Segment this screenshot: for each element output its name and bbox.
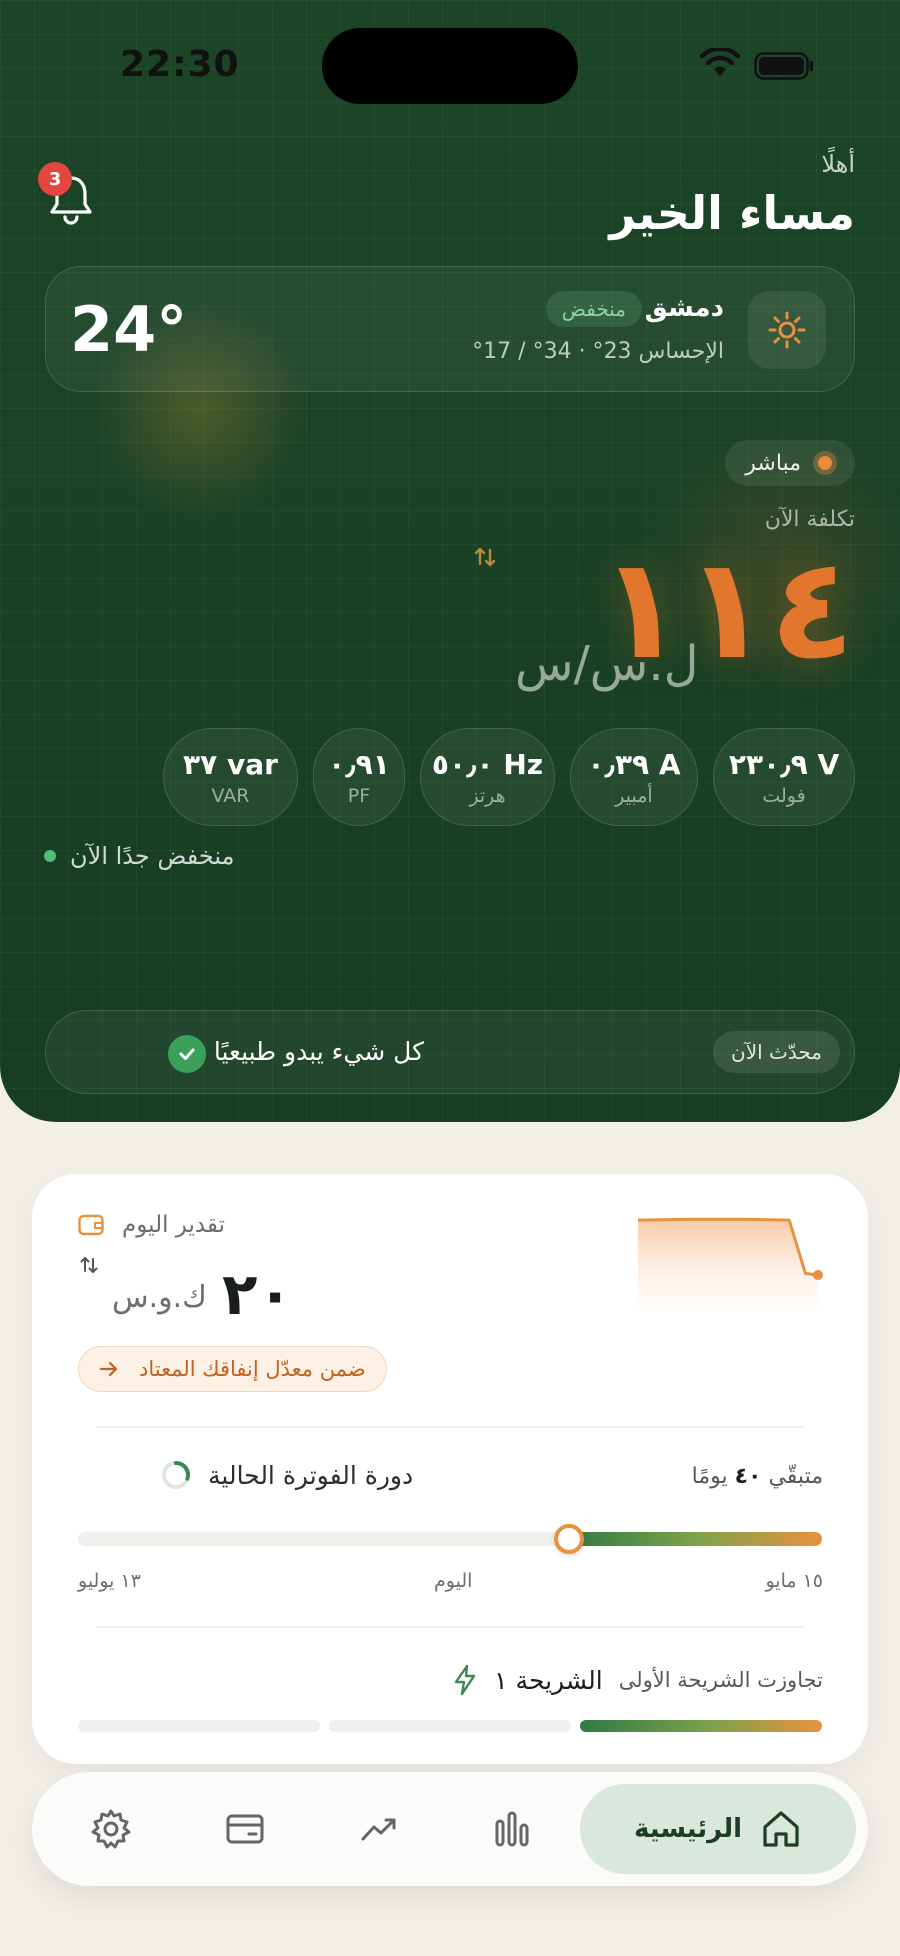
estimate-header: تقدير اليوم xyxy=(78,1212,225,1238)
weather-card[interactable]: دمشق منخفض الإحساس 23° · 34° / 17° 24° xyxy=(45,266,855,392)
lightning-icon xyxy=(454,1664,476,1696)
bottom-nav: الرئيسية xyxy=(32,1772,868,1886)
remaining-count: ٤٠ xyxy=(734,1464,762,1489)
nav-home-label: الرئيسية xyxy=(633,1814,743,1844)
hero-panel: 22:30 3 أهلًا مساء الخير دمشق منخفض الإح… xyxy=(0,0,900,1122)
feels-like-text: الإحساس 23° · 34° / 17° xyxy=(472,339,724,364)
metric-label: أمبير xyxy=(615,784,653,807)
greeting-small: أهلًا xyxy=(821,150,855,178)
sparkline-area xyxy=(638,1219,818,1310)
divider xyxy=(97,1626,803,1628)
metrics-row: ٢٣٠٫٩ V فولت ٠٫٣٩ A أمبير ٥٠٫٠ Hz هرتز ٠… xyxy=(160,728,855,828)
sparkline-chart xyxy=(638,1217,823,1310)
divider xyxy=(97,1426,803,1428)
sparkline-end-point xyxy=(813,1270,823,1281)
live-dot-icon xyxy=(813,451,837,475)
system-status-bar[interactable]: محدّث الآن كل شيء يبدو طبيعيًا xyxy=(45,1010,855,1094)
temperature: 24° xyxy=(70,293,188,366)
tier-segment-3 xyxy=(78,1720,320,1732)
billing-cycle-title: دورة الفوترة الحالية xyxy=(208,1460,414,1490)
wifi-icon xyxy=(700,48,740,76)
metric-value: ٠٫٩١ xyxy=(328,747,390,781)
cost-unit: ل.س/س xyxy=(515,636,699,692)
nav-settings[interactable] xyxy=(84,1802,138,1856)
metric-frequency: ٥٠٫٠ Hz هرتز xyxy=(420,728,555,826)
metric-voltage: ٢٣٠٫٩ V فولت xyxy=(713,728,855,826)
updated-chip[interactable]: محدّث الآن xyxy=(713,1031,840,1073)
metric-power-factor: ٠٫٩١ PF xyxy=(313,728,405,826)
settings-icon xyxy=(91,1809,131,1849)
tier-segment-2 xyxy=(329,1720,571,1732)
check-icon xyxy=(168,1035,206,1073)
remaining-suffix: يومًا xyxy=(691,1464,728,1489)
metric-value: ٢٣٠٫٩ V xyxy=(728,747,840,781)
city-name: دمشق xyxy=(644,293,724,323)
status-time: 22:30 xyxy=(120,44,240,85)
average-spending-text: ضمن معدّل إنفاقك المعتاد xyxy=(139,1357,366,1381)
system-status-text: كل شيء يبدو طبيعيًا xyxy=(213,1037,424,1066)
tier-note: تجاوزت الشريحة الأولى xyxy=(618,1668,823,1692)
tier-segment-1 xyxy=(580,1720,822,1732)
metric-label: هرتز xyxy=(469,784,506,807)
low-usage-note: منخفض جدًا الآن xyxy=(44,842,234,870)
estimate-unit: ك.و.س xyxy=(112,1280,207,1315)
remaining-prefix: متبقّي xyxy=(768,1464,823,1489)
card-icon xyxy=(226,1814,264,1844)
billing-cycle-track xyxy=(78,1524,822,1554)
wallet-icon xyxy=(78,1214,104,1236)
arrow-right-icon xyxy=(99,1361,118,1377)
sun-icon-box xyxy=(748,291,826,369)
swap-small-icon[interactable] xyxy=(78,1254,100,1276)
metric-value: ٠٫٣٩ A xyxy=(587,747,681,781)
nav-billing[interactable] xyxy=(218,1802,272,1856)
billing-cycle-header: دورة الفوترة الحالية xyxy=(160,1459,413,1491)
weather-status-chip: منخفض xyxy=(545,291,642,327)
average-spending-pill[interactable]: ضمن معدّل إنفاقك المعتاد xyxy=(78,1346,387,1392)
today-knob[interactable] xyxy=(554,1524,585,1554)
tier-row: تجاوزت الشريحة الأولى الشريحة ١ xyxy=(452,1664,823,1696)
cycle-today-label: اليوم xyxy=(434,1570,473,1592)
green-dot-icon xyxy=(44,850,56,862)
metric-value: ٥٠٫٠ Hz xyxy=(431,747,544,781)
dynamic-island xyxy=(322,28,578,104)
estimate-value: ٢٠ xyxy=(222,1260,293,1328)
low-note-text: منخفض جدًا الآن xyxy=(70,842,235,870)
progress-ring-icon xyxy=(162,1461,190,1489)
metric-label: فولت xyxy=(762,784,806,807)
remaining-days: متبقّي ٤٠ يومًا xyxy=(692,1464,823,1489)
metric-var: ٣٧ var VAR xyxy=(163,728,298,826)
tier-name: الشريحة ١ xyxy=(494,1665,603,1695)
estimate-label: تقدير اليوم xyxy=(122,1212,225,1238)
battery-icon xyxy=(754,52,813,80)
cycle-start-label: ١٥ مايو xyxy=(765,1570,823,1592)
swap-icon[interactable] xyxy=(472,544,498,570)
cycle-end-label: ١٣ يوليو xyxy=(78,1570,141,1592)
billing-cycle-fill xyxy=(569,1532,822,1546)
nav-home[interactable]: الرئيسية xyxy=(580,1784,856,1874)
greeting-title: مساء الخير xyxy=(609,186,855,240)
metric-label: VAR xyxy=(211,784,250,807)
nav-stats[interactable] xyxy=(485,1802,539,1856)
nav-trends[interactable] xyxy=(352,1802,406,1856)
metric-value: ٣٧ var xyxy=(183,747,278,781)
notification-badge: 3 xyxy=(38,162,72,196)
metric-label: PF xyxy=(347,784,371,807)
sun-icon xyxy=(768,311,806,349)
metric-current: ٠٫٣٩ A أمبير xyxy=(570,728,698,826)
live-label: مباشر xyxy=(745,450,801,476)
usage-card: تقدير اليوم ٢٠ ك.و.س ضمن معدّل إنفاقك ال… xyxy=(32,1174,868,1764)
bar-chart-icon xyxy=(495,1811,529,1847)
trend-icon xyxy=(361,1818,396,1841)
home-icon xyxy=(763,1811,799,1847)
live-indicator: مباشر xyxy=(725,440,855,486)
